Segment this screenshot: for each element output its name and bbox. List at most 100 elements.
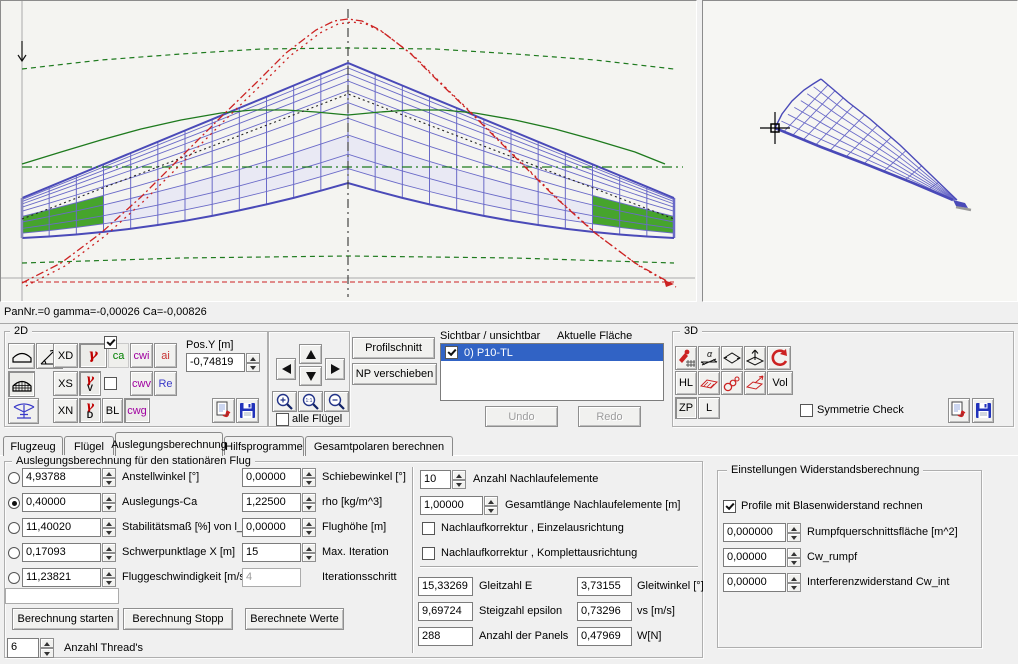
gamma-d-button[interactable]: γ D xyxy=(79,398,101,423)
schiebewinkel-field[interactable]: 0,00000 xyxy=(242,468,301,487)
spin-up[interactable] xyxy=(102,468,116,478)
flughoehe-spinner[interactable] xyxy=(302,518,316,537)
xn-button[interactable]: XN xyxy=(53,398,78,423)
pos-y-spin-down[interactable] xyxy=(246,363,260,373)
spin-down[interactable] xyxy=(452,480,466,490)
zoom-out-button[interactable] xyxy=(324,391,349,412)
pos-y-field[interactable]: -0,74819 xyxy=(186,353,245,372)
panel-move-button[interactable] xyxy=(744,371,766,395)
radio-anstellwinkel[interactable] xyxy=(8,472,20,484)
zoom-reset-button[interactable]: 1:1 xyxy=(298,391,323,412)
alle-fluegel-checkbox[interactable] xyxy=(276,413,289,426)
berechnete-werte-button[interactable]: Berechnete Werte xyxy=(245,608,344,630)
xs-button[interactable]: XS xyxy=(53,371,78,396)
gamma-overlay-checkbox[interactable] xyxy=(104,336,117,349)
auslegungs-ca-spinner[interactable] xyxy=(102,493,116,512)
wing-outline-button[interactable] xyxy=(8,343,35,369)
spin-down[interactable] xyxy=(302,553,316,563)
threads-spinner[interactable] xyxy=(40,638,54,658)
cwv-button[interactable]: cwv xyxy=(130,371,153,396)
spin-down[interactable] xyxy=(302,503,316,513)
hl-button[interactable]: HL xyxy=(675,371,697,395)
copy-report-3d-button[interactable] xyxy=(948,398,970,423)
gamma-v-button[interactable]: γ V xyxy=(79,371,101,396)
symmetrie-check-checkbox[interactable] xyxy=(800,404,813,417)
re-button[interactable]: Re xyxy=(154,371,177,396)
surface-listbox[interactable]: 0) P10-TL xyxy=(440,343,664,401)
copy-report-2d-button[interactable] xyxy=(212,398,235,423)
anstellwinkel-field[interactable]: 4,93788 xyxy=(22,468,101,487)
tab-auslegungsberechnung[interactable]: Auslegungsberechnung xyxy=(115,432,223,456)
pan-right-button[interactable] xyxy=(325,358,345,380)
fluggeschwindigkeit-field[interactable]: 11,23821 xyxy=(22,568,101,587)
vol-button[interactable]: Vol xyxy=(767,371,793,395)
save-3d-button[interactable] xyxy=(972,398,994,423)
3d-view-canvas[interactable] xyxy=(702,0,1018,302)
spin-down[interactable] xyxy=(302,528,316,538)
spin-down[interactable] xyxy=(484,506,498,516)
rumpfquerschnitt-field[interactable]: 0,000000 xyxy=(723,523,786,542)
panel-up-arrow-button[interactable] xyxy=(744,346,766,370)
xd-button[interactable]: XD xyxy=(53,343,78,368)
tab-flugzeug[interactable]: Flugzeug xyxy=(3,436,63,456)
save-2d-button[interactable] xyxy=(236,398,259,423)
alpha-angle-button[interactable]: α xyxy=(698,346,720,370)
bl-button[interactable]: BL xyxy=(102,398,123,423)
spin-down[interactable] xyxy=(302,478,316,488)
pos-y-spinner[interactable] xyxy=(246,353,260,372)
spin-up[interactable] xyxy=(787,573,801,583)
einzelausrichtung-checkbox[interactable] xyxy=(422,522,435,535)
schiebewinkel-spinner[interactable] xyxy=(302,468,316,487)
spin-up[interactable] xyxy=(302,468,316,478)
panel-arrows-button[interactable] xyxy=(721,346,743,370)
spin-up[interactable] xyxy=(484,496,498,506)
spin-up[interactable] xyxy=(452,470,466,480)
threads-field[interactable]: 6 xyxy=(7,638,39,658)
spin-up[interactable] xyxy=(102,568,116,578)
spin-down[interactable] xyxy=(102,578,116,588)
undo-rotate-button[interactable] xyxy=(767,346,791,370)
spin-down[interactable] xyxy=(787,583,801,593)
berechnung-stopp-button[interactable]: Berechnung Stopp xyxy=(123,608,233,630)
spin-up[interactable] xyxy=(102,518,116,528)
rho-spinner[interactable] xyxy=(302,493,316,512)
cwi-button[interactable]: cwi xyxy=(130,343,153,368)
rumpfquerschnitt-spinner[interactable] xyxy=(787,523,801,542)
tab-gesamtpolaren[interactable]: Gesamtpolaren berechnen xyxy=(305,436,453,456)
spin-up[interactable] xyxy=(102,493,116,503)
tab-hilfsprogramme[interactable]: Hilfsprogramme xyxy=(224,436,304,456)
pos-y-spin-up[interactable] xyxy=(246,353,260,363)
komplettausrichtung-checkbox[interactable] xyxy=(422,547,435,560)
max-iteration-field[interactable]: 15 xyxy=(242,543,301,562)
blasenwiderstand-checkbox[interactable] xyxy=(723,500,736,513)
radio-schwerpunktlage[interactable] xyxy=(8,547,20,559)
anstellwinkel-spinner[interactable] xyxy=(102,468,116,487)
zp-button[interactable]: ZP xyxy=(675,397,697,419)
cw-int-field[interactable]: 0,00000 xyxy=(723,573,786,592)
pan-up-button[interactable] xyxy=(299,344,322,364)
vortex-button[interactable] xyxy=(721,371,743,395)
pan-left-button[interactable] xyxy=(276,358,296,380)
cwg-button[interactable]: cwg xyxy=(124,398,150,423)
fluggeschwindigkeit-spinner[interactable] xyxy=(102,568,116,587)
spin-down[interactable] xyxy=(787,533,801,543)
spin-up[interactable] xyxy=(787,523,801,533)
wing-front-button[interactable] xyxy=(8,398,39,424)
gesamtlaenge-spinner[interactable] xyxy=(484,496,498,515)
stabilitaetsmass-field[interactable]: 11,40020 xyxy=(22,518,101,537)
berechnung-starten-button[interactable]: Berechnung starten xyxy=(12,608,119,630)
flughoehe-field[interactable]: 0,00000 xyxy=(242,518,301,537)
spin-down[interactable] xyxy=(787,558,801,568)
radio-fluggeschwindigkeit[interactable] xyxy=(8,572,20,584)
paint-grid-button[interactable] xyxy=(675,346,697,370)
cw-rumpf-spinner[interactable] xyxy=(787,548,801,567)
tab-fluegel[interactable]: Flügel xyxy=(64,436,114,456)
spin-down[interactable] xyxy=(102,528,116,538)
2d-view-canvas[interactable] xyxy=(0,0,697,302)
cw-rumpf-field[interactable]: 0,00000 xyxy=(723,548,786,567)
spin-up[interactable] xyxy=(302,493,316,503)
zoom-in-button[interactable] xyxy=(272,391,297,412)
undo-button[interactable]: Undo xyxy=(485,406,558,427)
schwerpunktlage-field[interactable]: 0,17093 xyxy=(22,543,101,562)
profilschnitt-button[interactable]: Profilschnitt xyxy=(352,337,435,359)
